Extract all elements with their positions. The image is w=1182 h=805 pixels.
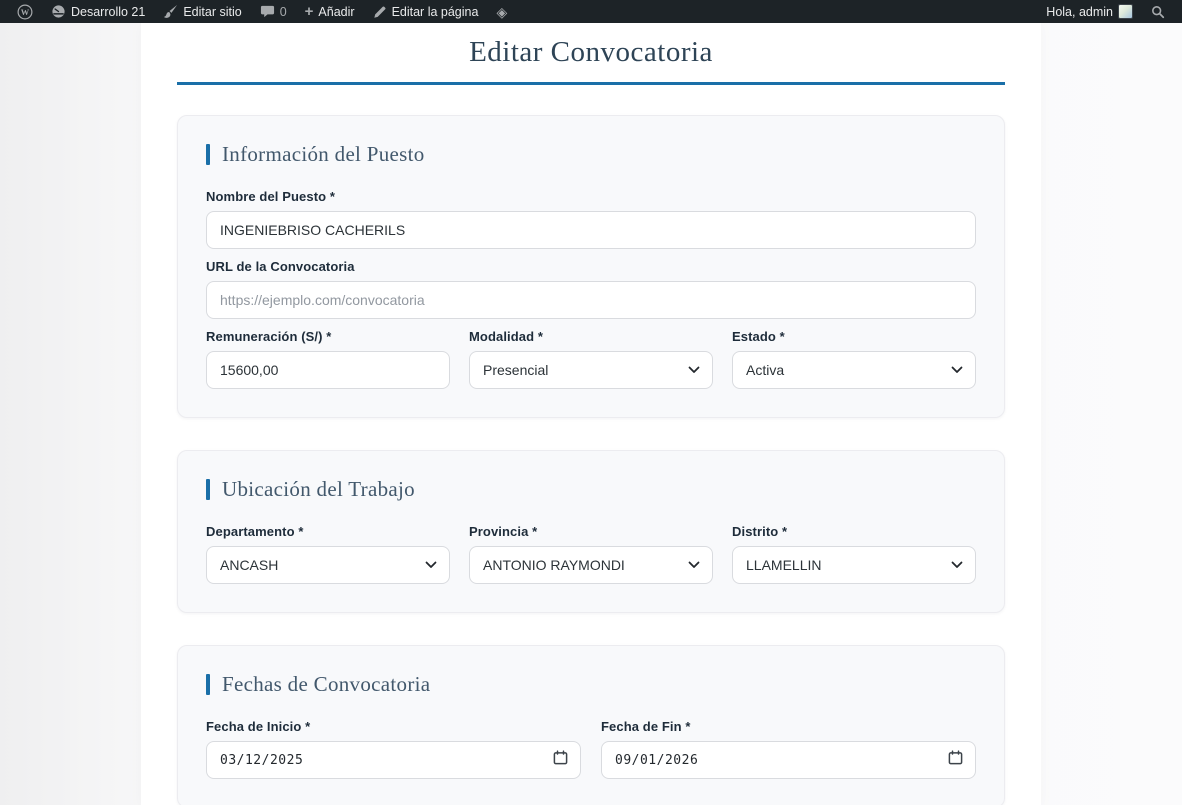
pencil-icon <box>373 5 387 19</box>
content-column: Editar Convocatoria Información del Pues… <box>141 23 1041 805</box>
edit-site-menu[interactable]: Editar sitio <box>154 0 250 23</box>
diamond-plugin-icon: ◈ <box>496 5 507 19</box>
chevron-down-icon <box>688 556 700 574</box>
paintbrush-icon <box>163 4 178 19</box>
provincia-selected-value: ANTONIO RAYMONDI <box>483 557 688 573</box>
fecha-fin-date-input[interactable]: 09/01/2026 <box>601 741 976 779</box>
accent-bar <box>206 674 210 695</box>
comment-bubble-icon <box>260 4 275 19</box>
field-fecha-inicio: Fecha de Inicio * 03/12/2025 <box>206 719 581 779</box>
modalidad-selected-value: Presencial <box>483 362 688 378</box>
distrito-label: Distrito * <box>732 524 976 539</box>
accent-bar <box>206 479 210 500</box>
nombre-puesto-label: Nombre del Puesto * <box>206 189 976 204</box>
wordpress-logo-menu[interactable]: W <box>8 0 42 23</box>
edit-page-label: Editar la página <box>392 5 479 19</box>
ubicacion-field-row: Departamento * ANCASH Provincia * ANTONI… <box>206 524 976 584</box>
nombre-puesto-input[interactable] <box>206 211 976 249</box>
field-estado: Estado * Activa <box>732 329 976 389</box>
field-fecha-fin: Fecha de Fin * 09/01/2026 <box>601 719 976 779</box>
plugin-menu[interactable]: ◈ <box>487 0 516 23</box>
section-title-informacion: Información del Puesto <box>222 142 425 167</box>
edit-site-label: Editar sitio <box>183 5 241 19</box>
chevron-down-icon <box>951 361 963 379</box>
section-title-ubicacion: Ubicación del Trabajo <box>222 477 415 502</box>
distrito-select[interactable]: LLAMELLIN <box>732 546 976 584</box>
accent-bar <box>206 144 210 165</box>
fechas-field-row: Fecha de Inicio * 03/12/2025 Fecha de Fi… <box>206 719 976 779</box>
comments-menu[interactable]: 0 <box>251 0 296 23</box>
section-heading: Fechas de Convocatoria <box>206 672 976 697</box>
wordpress-logo-icon: W <box>17 4 33 20</box>
modalidad-label: Modalidad * <box>469 329 713 344</box>
title-underline <box>177 82 1005 85</box>
field-provincia: Provincia * ANTONIO RAYMONDI <box>469 524 713 584</box>
edit-page-menu[interactable]: Editar la página <box>364 0 488 23</box>
page-title: Editar Convocatoria <box>141 36 1041 69</box>
section-heading: Ubicación del Trabajo <box>206 477 976 502</box>
card-ubicacion-trabajo: Ubicación del Trabajo Departamento * ANC… <box>177 450 1005 613</box>
provincia-label: Provincia * <box>469 524 713 539</box>
remuneracion-input[interactable] <box>206 351 450 389</box>
field-distrito: Distrito * LLAMELLIN <box>732 524 976 584</box>
search-menu[interactable] <box>1142 0 1174 23</box>
card-fechas-convocatoria: Fechas de Convocatoria Fecha de Inicio *… <box>177 645 1005 805</box>
field-modalidad: Modalidad * Presencial <box>469 329 713 389</box>
card-informacion-puesto: Información del Puesto Nombre del Puesto… <box>177 115 1005 418</box>
info-field-row: Remuneración (S/) * Modalidad * Presenci… <box>206 329 976 389</box>
departamento-select[interactable]: ANCASH <box>206 546 450 584</box>
field-remuneracion: Remuneración (S/) * <box>206 329 450 389</box>
fecha-fin-label: Fecha de Fin * <box>601 719 976 734</box>
calendar-icon <box>948 750 963 770</box>
svg-text:W: W <box>21 8 30 17</box>
remuneracion-label: Remuneración (S/) * <box>206 329 450 344</box>
field-nombre-puesto: Nombre del Puesto * <box>206 189 976 249</box>
estado-selected-value: Activa <box>746 362 951 378</box>
dashboard-gauge-icon <box>51 4 66 19</box>
section-heading: Información del Puesto <box>206 142 976 167</box>
field-url-convocatoria: URL de la Convocatoria <box>206 259 976 319</box>
departamento-selected-value: ANCASH <box>220 557 425 573</box>
site-name-menu[interactable]: Desarrollo 21 <box>42 0 154 23</box>
chevron-down-icon <box>951 556 963 574</box>
estado-select[interactable]: Activa <box>732 351 976 389</box>
modalidad-select[interactable]: Presencial <box>469 351 713 389</box>
url-convocatoria-input[interactable] <box>206 281 976 319</box>
add-new-menu[interactable]: + Añadir <box>296 0 364 23</box>
avatar <box>1118 4 1133 19</box>
plus-icon: + <box>305 4 314 19</box>
departamento-label: Departamento * <box>206 524 450 539</box>
add-new-label: Añadir <box>318 5 354 19</box>
fecha-inicio-date-input[interactable]: 03/12/2025 <box>206 741 581 779</box>
chevron-down-icon <box>425 556 437 574</box>
my-account-menu[interactable]: Hola, admin <box>1037 0 1142 23</box>
wp-admin-bar: W Desarrollo 21 Editar sitio <box>0 0 1182 23</box>
distrito-selected-value: LLAMELLIN <box>746 557 951 573</box>
fecha-inicio-value: 03/12/2025 <box>220 753 553 768</box>
field-departamento: Departamento * ANCASH <box>206 524 450 584</box>
section-title-fechas: Fechas de Convocatoria <box>222 672 430 697</box>
chevron-down-icon <box>688 361 700 379</box>
search-icon <box>1151 5 1165 19</box>
url-convocatoria-label: URL de la Convocatoria <box>206 259 976 274</box>
calendar-icon <box>553 750 568 770</box>
comments-count: 0 <box>280 5 287 19</box>
fecha-fin-value: 09/01/2026 <box>615 753 948 768</box>
estado-label: Estado * <box>732 329 976 344</box>
site-name-label: Desarrollo 21 <box>71 5 145 19</box>
fecha-inicio-label: Fecha de Inicio * <box>206 719 581 734</box>
provincia-select[interactable]: ANTONIO RAYMONDI <box>469 546 713 584</box>
greeting-label: Hola, admin <box>1046 5 1113 19</box>
